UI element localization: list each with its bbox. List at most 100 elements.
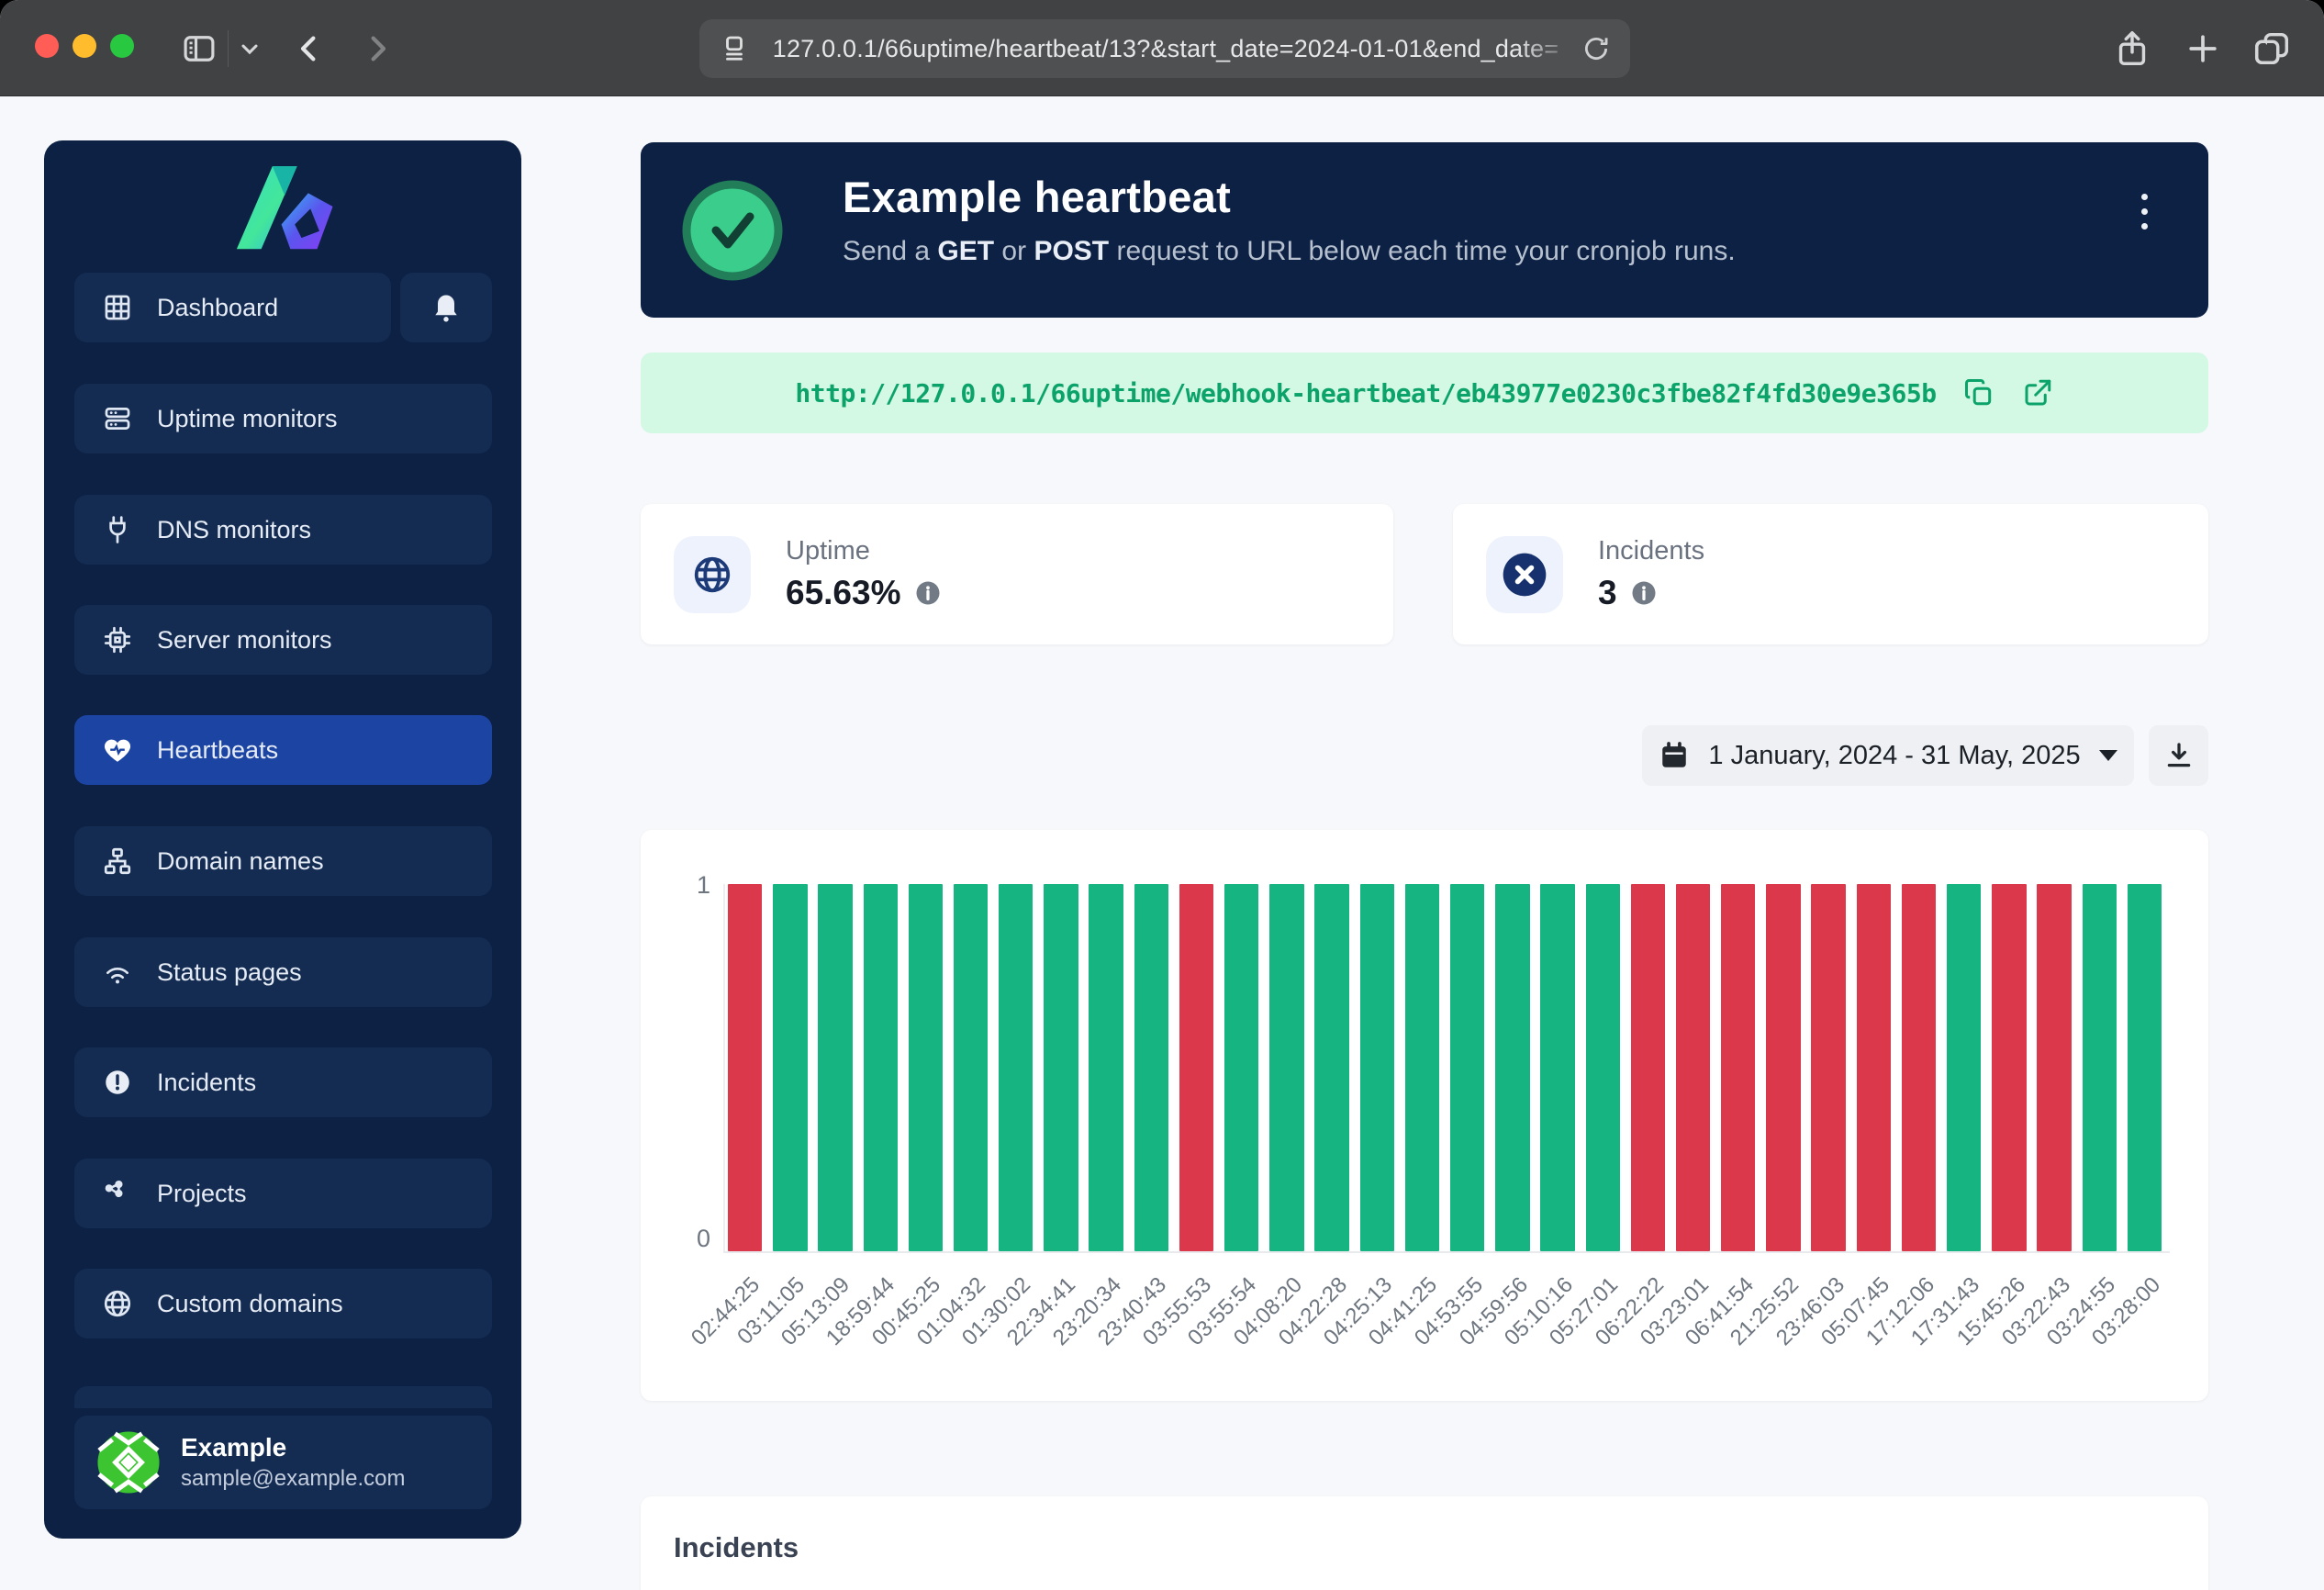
forward-icon[interactable]	[358, 0, 397, 96]
chart-bar[interactable]	[1314, 884, 1348, 1251]
zoom-window-button[interactable]	[110, 34, 134, 58]
sidebar-item-dns-monitors[interactable]: DNS monitors	[74, 495, 492, 565]
sidebar-item-label: Projects	[157, 1180, 247, 1208]
profile-name: Example	[181, 1433, 405, 1462]
sidebar-item-label: Dashboard	[157, 294, 278, 322]
chart-bar[interactable]	[864, 884, 898, 1251]
chart-bar[interactable]	[1721, 884, 1755, 1251]
chart-bar[interactable]	[954, 884, 988, 1251]
chart-bar[interactable]	[1405, 884, 1439, 1251]
sidebar-item-label: DNS monitors	[157, 516, 311, 544]
sidebar-item-domain-names[interactable]: Domain names	[74, 826, 492, 896]
incidents-list-card: Incidents	[641, 1496, 2208, 1590]
chart-bar[interactable]	[818, 884, 852, 1251]
chart-bar[interactable]	[2128, 884, 2162, 1251]
chart-bar[interactable]	[1902, 884, 1936, 1251]
notifications-button[interactable]	[400, 273, 492, 342]
reload-icon[interactable]	[1581, 33, 1612, 64]
chart-bar[interactable]	[1586, 884, 1620, 1251]
calendar-icon	[1659, 740, 1690, 771]
chart-bar[interactable]	[1450, 884, 1484, 1251]
chart-bar[interactable]	[2083, 884, 2117, 1251]
share-icon[interactable]	[2111, 0, 2153, 96]
chart-bar[interactable]	[773, 884, 807, 1251]
sidebar-item-partial[interactable]	[74, 1386, 492, 1408]
toolbar-divider	[228, 30, 229, 67]
chart-bar[interactable]	[1269, 884, 1303, 1251]
profile-card[interactable]: Example sample@example.com	[74, 1416, 492, 1509]
sidebar-item-heartbeats[interactable]: Heartbeats	[74, 715, 492, 785]
sidebar-item-label: Uptime monitors	[157, 405, 338, 433]
new-tab-icon[interactable]	[2183, 0, 2223, 96]
y-axis-tick-label: 0	[655, 1225, 710, 1253]
info-icon[interactable]	[1630, 579, 1658, 607]
chart-bar[interactable]	[1992, 884, 2026, 1251]
traffic-lights	[35, 34, 134, 58]
chart-bar[interactable]	[1360, 884, 1394, 1251]
profile-email: sample@example.com	[181, 1466, 405, 1492]
sidebar-item-server-monitors[interactable]: Server monitors	[74, 605, 492, 675]
chart-bar[interactable]	[1676, 884, 1710, 1251]
page-subtitle: Send a GET or POST request to URL below …	[843, 236, 1736, 267]
incidents-stat-card: Incidents 3	[1453, 504, 2208, 644]
chart-bar[interactable]	[1811, 884, 1845, 1251]
info-icon[interactable]	[914, 579, 942, 607]
chart-bar[interactable]	[1134, 884, 1168, 1251]
uptime-stat-card: Uptime 65.63%	[641, 504, 1393, 644]
tabs-icon[interactable]	[2251, 0, 2293, 96]
chart-bar[interactable]	[1631, 884, 1665, 1251]
browser-window: 127.0.0.1/66uptime/heartbeat/13?&start_d…	[0, 0, 2324, 1590]
sidebar-item-label: Heartbeats	[157, 736, 278, 765]
uptime-value: 65.63%	[786, 574, 901, 612]
sidebar-item-incidents[interactable]: Incidents	[74, 1047, 492, 1117]
address-bar[interactable]: 127.0.0.1/66uptime/heartbeat/13?&start_d…	[699, 19, 1630, 78]
external-link-icon[interactable]	[2021, 376, 2054, 409]
chart-bar[interactable]	[1089, 884, 1123, 1251]
exclamation-circle-icon	[102, 1067, 133, 1098]
chart-bar[interactable]	[1766, 884, 1800, 1251]
chart-bar[interactable]	[1495, 884, 1529, 1251]
back-icon[interactable]	[290, 0, 329, 96]
sidebar-item-label: Status pages	[157, 958, 302, 987]
download-button[interactable]	[2149, 725, 2208, 786]
chart-bar[interactable]	[909, 884, 943, 1251]
incidents-section-title: Incidents	[674, 1531, 799, 1564]
sidebar-toggle-icon[interactable]	[180, 0, 218, 96]
close-window-button[interactable]	[35, 34, 59, 58]
minimize-window-button[interactable]	[73, 34, 96, 58]
copy-icon[interactable]	[1962, 376, 1995, 409]
date-range-text: 1 January, 2024 - 31 May, 2025	[1708, 741, 2080, 771]
incidents-label: Incidents	[1598, 536, 1704, 566]
chevron-down-icon[interactable]	[237, 0, 263, 96]
chart-bar[interactable]	[1857, 884, 1891, 1251]
chart-bars	[725, 884, 2170, 1251]
sidebar-item-custom-domains[interactable]: Custom domains	[74, 1269, 492, 1338]
webhook-url[interactable]: http://127.0.0.1/66uptime/webhook-heartb…	[795, 378, 1936, 409]
plug-icon	[102, 514, 133, 545]
sidebar-item-status-pages[interactable]: Status pages	[74, 937, 492, 1007]
url-text[interactable]: 127.0.0.1/66uptime/heartbeat/13?&start_d…	[751, 35, 1581, 63]
download-icon	[2163, 740, 2195, 771]
chart-bar[interactable]	[1179, 884, 1213, 1251]
chart-bar[interactable]	[1044, 884, 1078, 1251]
chart-bar[interactable]	[999, 884, 1033, 1251]
heartbeat-header-card: Example heartbeat Send a GET or POST req…	[641, 142, 2208, 318]
bell-icon	[430, 291, 463, 324]
browser-toolbar: 127.0.0.1/66uptime/heartbeat/13?&start_d…	[0, 0, 2324, 96]
sidebar-item-uptime-monitors[interactable]: Uptime monitors	[74, 384, 492, 453]
app-logo[interactable]	[228, 155, 340, 258]
sidebar-item-label: Domain names	[157, 847, 324, 876]
sidebar-item-dashboard[interactable]: Dashboard	[74, 273, 391, 342]
chart-bar[interactable]	[1947, 884, 1981, 1251]
kebab-menu-icon[interactable]	[2141, 194, 2148, 230]
date-range-picker[interactable]: 1 January, 2024 - 31 May, 2025	[1642, 725, 2134, 786]
sidebar-item-projects[interactable]: Projects	[74, 1159, 492, 1228]
wifi-icon	[102, 957, 133, 988]
chart-bar[interactable]	[728, 884, 762, 1251]
y-axis-tick-label: 1	[655, 871, 710, 900]
chart-bar[interactable]	[1224, 884, 1258, 1251]
page-title: Example heartbeat	[843, 172, 1231, 222]
cpu-icon	[102, 624, 133, 655]
chart-bar[interactable]	[1540, 884, 1574, 1251]
chart-bar[interactable]	[2037, 884, 2071, 1251]
